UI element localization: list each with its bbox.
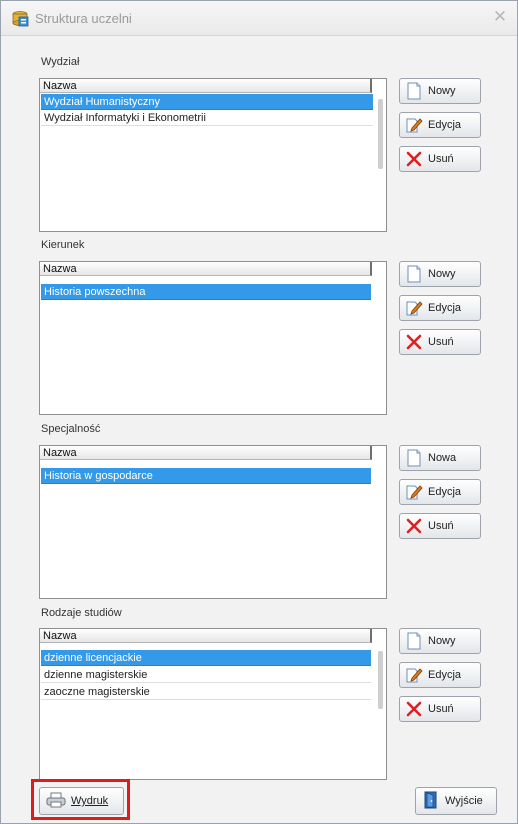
new-button-label: Nowy xyxy=(428,268,456,280)
list-item[interactable]: Historia powszechna xyxy=(41,284,371,300)
dialog-window: Struktura uczelni ✕ Wydział Nazwa Wydzia… xyxy=(0,0,518,824)
column-header-nazwa[interactable]: Nazwa xyxy=(40,79,372,93)
new-button[interactable]: Nowy xyxy=(399,628,481,654)
exit-button[interactable]: Wyjście xyxy=(415,787,497,815)
list-item[interactable]: dzienne licencjackie xyxy=(41,650,371,666)
listbox-specjalnosc[interactable]: Nazwa Historia w gospodarce xyxy=(39,445,387,599)
new-button-label: Nowy xyxy=(428,635,456,647)
vertical-scrollbar[interactable] xyxy=(378,651,383,709)
edit-button-label: Edycja xyxy=(428,302,462,314)
new-document-icon xyxy=(405,82,423,100)
edit-pencil-icon xyxy=(405,299,423,317)
listbox-wydzial[interactable]: Nazwa Wydział Humanistyczny Wydział Info… xyxy=(39,78,387,232)
edit-button[interactable]: Edycja xyxy=(399,295,481,321)
edit-button[interactable]: Edycja xyxy=(399,479,481,505)
section-label-specjalnosc: Specjalność xyxy=(41,423,101,435)
delete-button-label: Usuń xyxy=(428,153,454,165)
section-label-kierunek: Kierunek xyxy=(41,239,85,251)
list-item[interactable]: Wydział Informatyki i Ekonometrii xyxy=(41,110,373,126)
delete-button[interactable]: Usuń xyxy=(399,146,481,172)
list-item[interactable]: Historia w gospodarce xyxy=(41,468,371,484)
listbox-kierunek[interactable]: Nazwa Historia powszechna xyxy=(39,261,387,415)
new-button[interactable]: Nowy xyxy=(399,261,481,287)
section-label-wydzial: Wydział xyxy=(41,56,80,68)
new-button[interactable]: Nowa xyxy=(399,445,481,471)
column-header-nazwa[interactable]: Nazwa xyxy=(40,629,372,643)
edit-button-label: Edycja xyxy=(428,669,462,681)
new-button-label: Nowy xyxy=(428,85,456,97)
new-document-icon xyxy=(405,449,423,467)
new-document-icon xyxy=(405,632,423,650)
listbox-rodzaje-studiow[interactable]: Nazwa dzienne licencjackie dzienne magis… xyxy=(39,628,387,780)
edit-button[interactable]: Edycja xyxy=(399,112,481,138)
delete-button[interactable]: Usuń xyxy=(399,329,481,355)
title-bar[interactable]: Struktura uczelni ✕ xyxy=(1,1,517,36)
database-icon xyxy=(11,11,29,27)
delete-x-icon xyxy=(405,517,423,535)
edit-button-label: Edycja xyxy=(428,119,462,131)
column-header-nazwa[interactable]: Nazwa xyxy=(40,262,372,276)
list-item[interactable]: zaoczne magisterskie xyxy=(41,684,371,700)
section-label-rodzaje-studiow: Rodzaje studiów xyxy=(41,607,122,619)
close-icon[interactable]: ✕ xyxy=(491,8,509,26)
edit-pencil-icon xyxy=(405,116,423,134)
delete-button[interactable]: Usuń xyxy=(399,513,481,539)
delete-button-label: Usuń xyxy=(428,520,454,532)
delete-x-icon xyxy=(405,333,423,351)
window-title: Struktura uczelni xyxy=(35,11,132,26)
edit-button-label: Edycja xyxy=(428,486,462,498)
delete-button[interactable]: Usuń xyxy=(399,696,481,722)
list-item[interactable]: dzienne magisterskie xyxy=(41,667,371,683)
delete-x-icon xyxy=(405,700,423,718)
edit-pencil-icon xyxy=(405,666,423,684)
new-button[interactable]: Nowy xyxy=(399,78,481,104)
edit-button[interactable]: Edycja xyxy=(399,662,481,688)
delete-button-label: Usuń xyxy=(428,336,454,348)
exit-door-icon xyxy=(422,791,440,812)
print-button-highlight xyxy=(31,779,130,820)
vertical-scrollbar[interactable] xyxy=(378,99,383,169)
column-header-nazwa[interactable]: Nazwa xyxy=(40,446,372,460)
list-item[interactable]: Wydział Humanistyczny xyxy=(41,94,373,110)
new-button-label: Nowa xyxy=(428,452,457,464)
delete-x-icon xyxy=(405,150,423,168)
new-document-icon xyxy=(405,265,423,283)
delete-button-label: Usuń xyxy=(428,703,454,715)
edit-pencil-icon xyxy=(405,483,423,501)
exit-button-label: Wyjście xyxy=(445,795,483,807)
